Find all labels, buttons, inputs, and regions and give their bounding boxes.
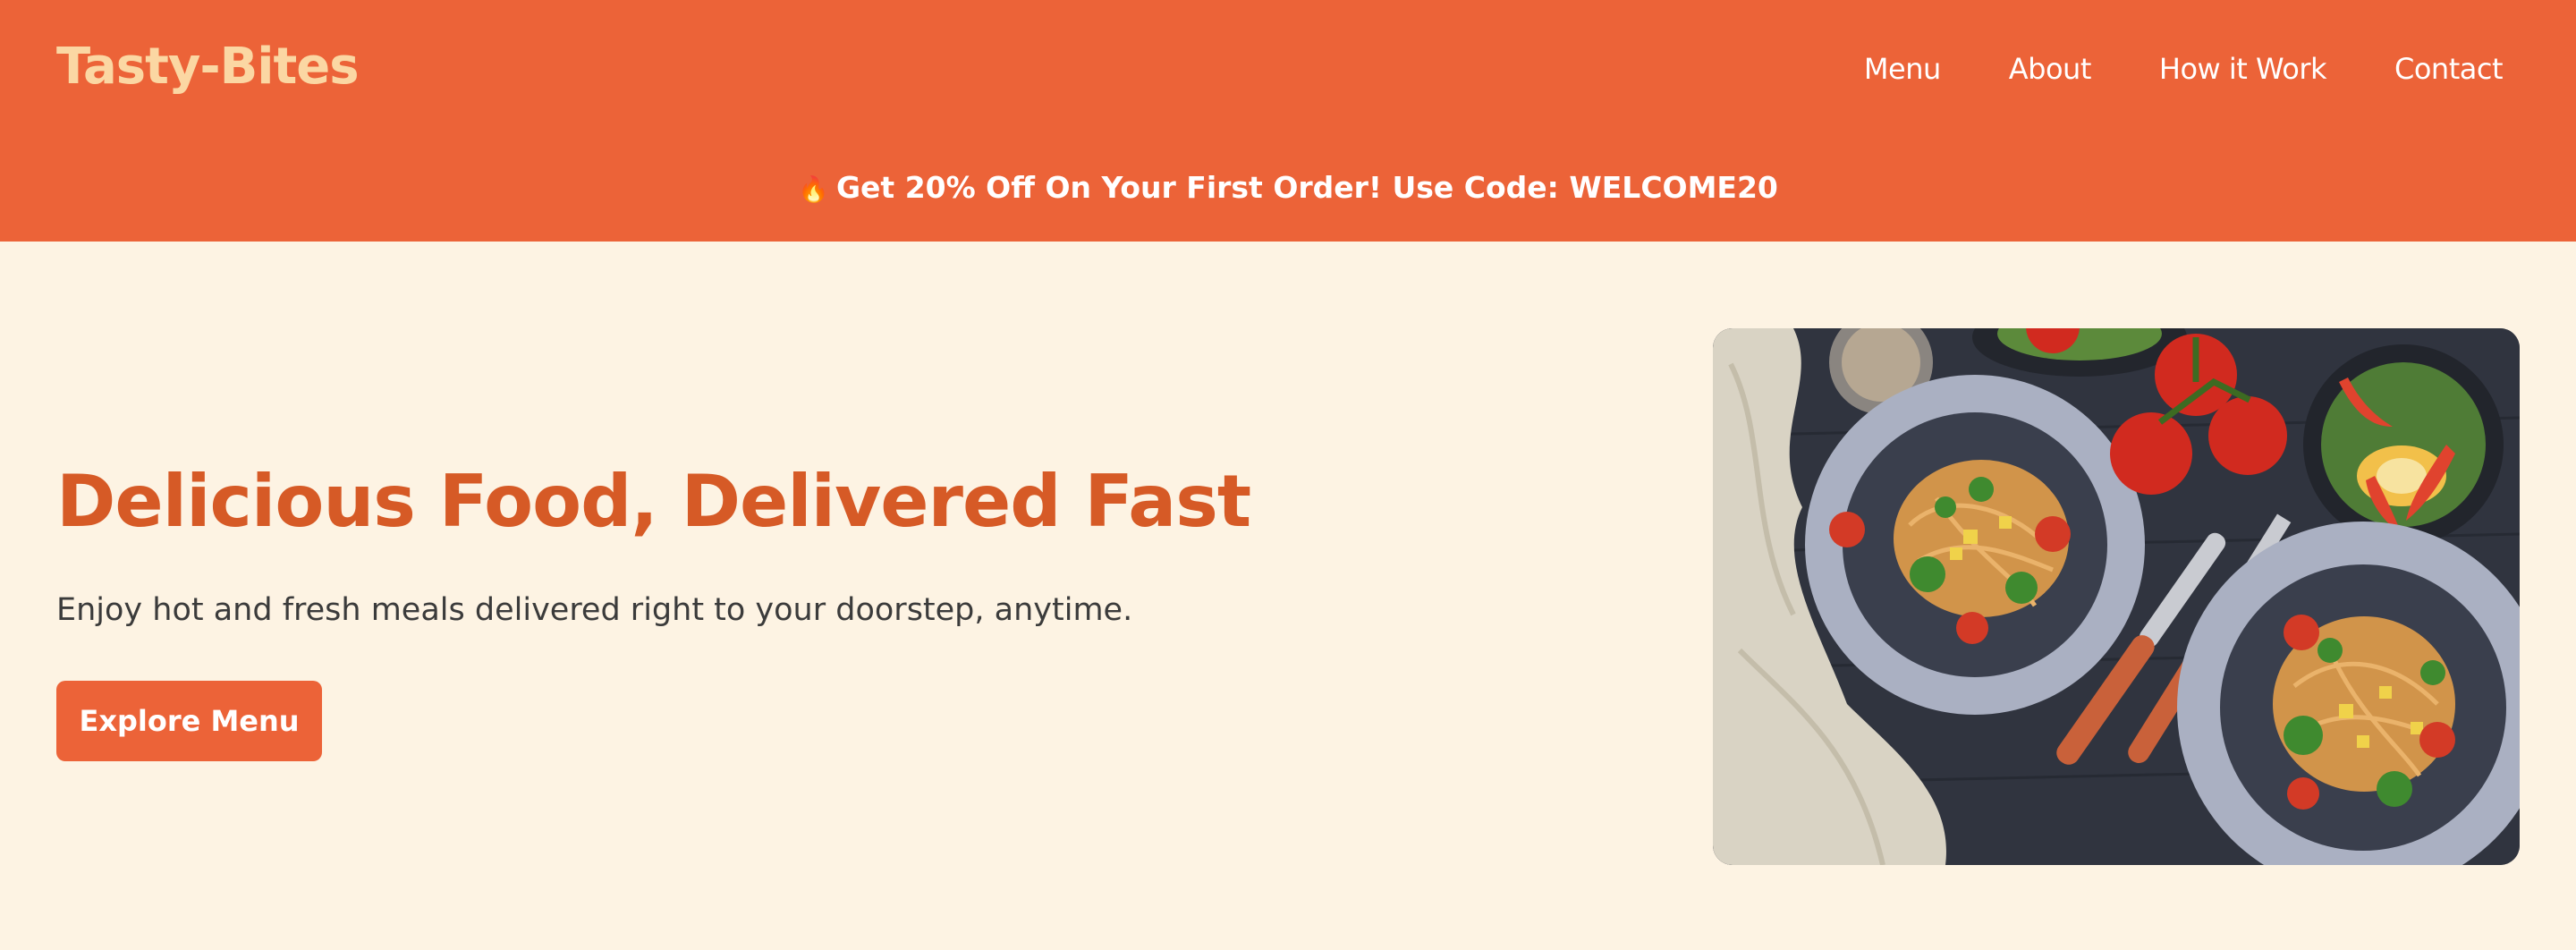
- hero-title: Delicious Food, Delivered Fast: [56, 460, 1251, 543]
- logo[interactable]: Tasty-Bites: [56, 38, 360, 96]
- fire-icon: 🔥: [798, 174, 829, 204]
- promo-banner: 🔥 Get 20% Off On Your First Order! Use Co…: [0, 170, 2576, 205]
- hero-subtitle: Enjoy hot and fresh meals delivered righ…: [56, 592, 1133, 628]
- promo-text: Get 20% Off On Your First Order! Use Cod…: [835, 170, 1778, 205]
- nav-how-it-works[interactable]: How it Work: [2159, 52, 2327, 86]
- site-header: Tasty-Bites Menu About How it Work Conta…: [0, 0, 2576, 242]
- food-photo-illustration: [1713, 328, 2520, 865]
- nav-menu[interactable]: Menu: [1864, 52, 1941, 86]
- nav-about[interactable]: About: [2009, 52, 2092, 86]
- main-nav: Menu About How it Work Contact: [1864, 52, 2504, 86]
- hero-section: Delicious Food, Delivered Fast Enjoy hot…: [0, 242, 2576, 950]
- explore-menu-button[interactable]: Explore Menu: [56, 681, 322, 761]
- nav-contact[interactable]: Contact: [2394, 52, 2504, 86]
- hero-food-image: [1713, 328, 2520, 865]
